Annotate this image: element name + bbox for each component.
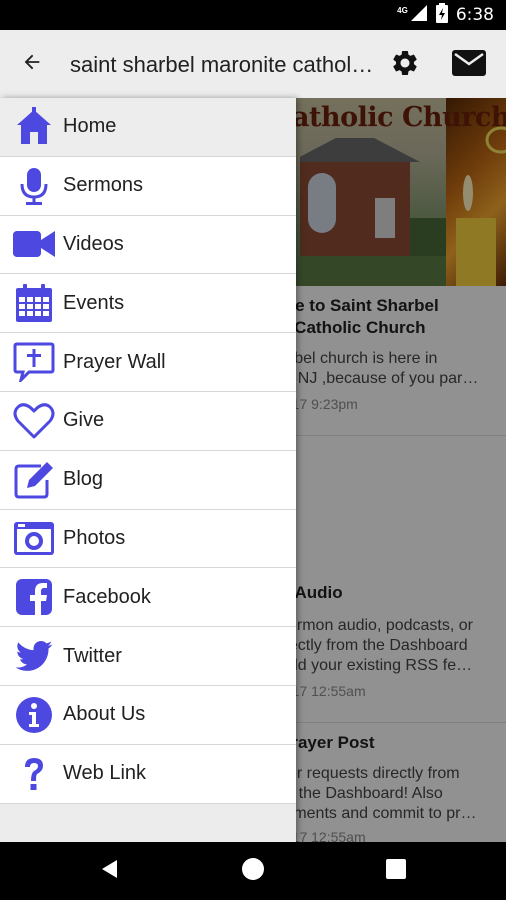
gear-icon [390, 48, 420, 83]
nav-item-twitter[interactable]: Twitter [0, 627, 296, 686]
nav-item-about-us[interactable]: About Us [0, 685, 296, 745]
system-home-button[interactable] [238, 856, 268, 886]
navigation-drawer: Home Sermons Videos Events Prayer Wall G… [0, 98, 296, 842]
nav-item-label: Sermons [63, 174, 144, 197]
info-icon [12, 693, 56, 737]
nav-item-home[interactable]: Home [0, 98, 296, 157]
settings-button[interactable] [384, 48, 426, 82]
status-bar: 4G 6:38 [0, 0, 506, 30]
network-type: 4G [397, 5, 408, 15]
facebook-icon [12, 575, 56, 619]
nav-item-videos[interactable]: Videos [0, 215, 296, 275]
heart-icon [12, 399, 56, 443]
nav-item-label: Give [63, 409, 105, 432]
home-icon [12, 105, 56, 149]
nav-item-give[interactable]: Give [0, 391, 296, 451]
home-circle-icon [241, 857, 265, 886]
nav-item-web-link[interactable]: Web Link [0, 744, 296, 804]
nav-item-label: Web Link [63, 762, 147, 785]
system-navigation-bar [0, 842, 506, 900]
video-camera-icon [12, 222, 56, 266]
nav-item-prayer-wall[interactable]: Prayer Wall [0, 333, 296, 392]
system-recents-button[interactable] [381, 856, 411, 886]
nav-item-blog[interactable]: Blog [0, 450, 296, 510]
back-triangle-icon [99, 858, 121, 885]
calendar-icon [12, 281, 56, 325]
nav-item-label: Twitter [63, 644, 122, 667]
edit-pencil-icon [12, 458, 56, 502]
twitter-icon [12, 634, 56, 678]
nav-item-label: Facebook [63, 585, 151, 608]
status-time: 6:38 [455, 5, 494, 25]
app-toolbar: saint sharbel maronite catholic church [0, 30, 506, 98]
question-icon [12, 752, 56, 796]
nav-item-label: Videos [63, 232, 124, 255]
mail-icon [452, 49, 486, 81]
nav-item-facebook[interactable]: Facebook [0, 568, 296, 628]
nav-item-label: Home [63, 115, 117, 138]
arrow-back-icon [21, 51, 43, 78]
signal-icon [410, 4, 428, 26]
nav-item-label: Blog [63, 468, 104, 491]
toolbar-title: saint sharbel maronite catholic church [70, 52, 375, 77]
microphone-icon [12, 164, 56, 208]
nav-item-label: Prayer Wall [63, 350, 166, 373]
prayer-cross-bubble-icon [12, 340, 56, 384]
nav-item-sermons[interactable]: Sermons [0, 156, 296, 216]
nav-item-photos[interactable]: Photos [0, 509, 296, 569]
nav-item-label: About Us [63, 703, 146, 726]
recents-square-icon [386, 858, 406, 884]
messages-button[interactable] [447, 48, 491, 82]
nav-item-label: Events [63, 291, 125, 314]
nav-item-label: Photos [63, 526, 126, 549]
battery-icon [435, 2, 448, 28]
nav-item-events[interactable]: Events [0, 274, 296, 334]
back-button[interactable] [0, 30, 64, 98]
system-back-button[interactable] [95, 856, 125, 886]
camera-icon [12, 516, 56, 560]
